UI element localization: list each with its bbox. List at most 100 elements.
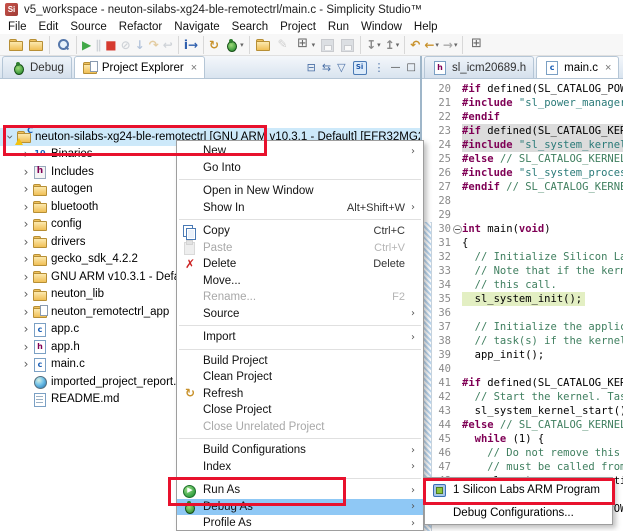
chevron-collapsed-icon[interactable]: › [20,340,32,354]
code-line-47[interactable]: 47 // must be called from the super loop… [431,460,623,474]
chevron-collapsed-icon[interactable]: › [20,305,32,319]
chevron-collapsed-icon[interactable]: › [20,287,32,301]
chevron-collapsed-icon[interactable]: › [20,270,32,284]
view-tab-project-explorer[interactable]: Project Explorer× [74,56,205,78]
disconnect-button[interactable]: ⊘ [120,36,132,54]
minimize-button[interactable]: — [391,62,401,73]
tab-close-icon[interactable]: × [605,62,611,74]
menu-item-copy[interactable]: CopyCtrl+C [177,223,423,240]
open-resource-button[interactable] [254,36,272,54]
code-line-42[interactable]: 42 // Start the kernel. Task(s) created … [431,390,623,404]
code-line-33[interactable]: 33 // Note that if the kernel is present… [431,264,623,278]
code-line-41[interactable]: 41#if defined(SL_CATALOG_KERNEL_PRESENT) [431,376,623,390]
menubar-item-run[interactable]: Run [322,21,355,33]
back-button[interactable]: ←▾ [423,36,440,54]
chevron-collapsed-icon[interactable]: › [20,322,32,336]
view-menu-icon[interactable]: ⋮ [374,61,385,74]
menubar-item-window[interactable]: Window [355,21,408,33]
chevron-collapsed-icon[interactable]: › [20,252,32,266]
terminate-button[interactable]: ■ [104,36,117,54]
chevron-collapsed-icon[interactable]: › [20,165,32,179]
search-button[interactable] [54,36,72,54]
code-line-39[interactable]: 39 app_init(); [431,348,623,362]
link-with-editor-icon[interactable]: ⇆ [322,61,331,74]
code-line-34[interactable]: 34 // this call. [431,278,623,292]
forward-button[interactable]: →▾ [442,36,459,54]
menu-item-go-into[interactable]: Go Into [177,160,423,177]
menubar-item-project[interactable]: Project [274,21,322,33]
menu-item-paste[interactable]: PasteCtrl+V [177,240,423,257]
menubar-item-refactor[interactable]: Refactor [113,21,168,33]
menu-item-show-in[interactable]: Show InAlt+Shift+W› [177,200,423,217]
code-line-35[interactable]: 35 sl_system_init(); [431,292,623,306]
dropdown-caret-icon[interactable]: ▾ [435,41,439,49]
menubar-item-search[interactable]: Search [226,21,274,33]
editor-tab-main-c[interactable]: cmain.c× [536,56,619,78]
code-line-32[interactable]: 32 // Initialize Silicon Labs device, sy… [431,250,623,264]
code-line-40[interactable]: 40 [431,362,623,376]
chevron-collapsed-icon[interactable]: › [20,235,32,249]
step-return-button[interactable]: ↩ [162,36,174,54]
si-package-icon[interactable]: Si [352,60,368,75]
code-line-28[interactable]: 28 [431,194,623,208]
chevron-collapsed-icon[interactable]: › [20,357,32,371]
menu-item-refresh[interactable]: ↻Refresh [177,386,423,403]
debug-button[interactable]: ▾ [222,36,245,54]
code-line-29[interactable]: 29 [431,208,623,222]
run-to-line-button[interactable]: i→ [183,36,199,54]
code-line-38[interactable]: 38 // task(s) if the kernel is present. [431,334,623,348]
menu-item-close-project[interactable]: Close Project [177,402,423,419]
resume-button[interactable]: ▶ [81,36,92,54]
fold-marker-icon[interactable] [453,222,462,236]
code-line-26[interactable]: 26#include "sl_system_process_action.h" [431,166,623,180]
code-line-20[interactable]: 20#if defined(SL_CATALOG_POWER_MANAGER_P… [431,82,623,96]
code-line-24[interactable]: 24#include "sl_system_kernel.h" [431,138,623,152]
code-line-27[interactable]: 27#endif // SL_CATALOG_KERNEL_PRESENT [431,180,623,194]
menu-item-import[interactable]: Import› [177,329,423,346]
dropdown-caret-icon[interactable]: ▾ [312,41,316,49]
code-line-31[interactable]: 31{ [431,236,623,250]
code-line-43[interactable]: 43 sl_system_kernel_start(); [431,404,623,418]
menubar-item-help[interactable]: Help [408,21,444,33]
dropdown-caret-icon[interactable]: ▾ [377,41,381,49]
code-line-30[interactable]: 30int main(void) [431,222,623,236]
menu-item-delete[interactable]: ✗DeleteDelete [177,256,423,273]
step-over-button[interactable]: ↷ [148,36,160,54]
code-line-23[interactable]: 23#if defined(SL_CATALOG_KERNEL_PRESENT) [431,124,623,138]
step-into-button[interactable]: ↓ [134,36,146,54]
last-edit-location-button[interactable]: ↶ [409,36,421,54]
menubar-item-navigate[interactable]: Navigate [168,21,225,33]
open-project-button[interactable] [27,36,45,54]
view-tab-debug[interactable]: Debug [2,56,72,78]
menu-item-open-in-new-window[interactable]: Open in New Window [177,183,423,200]
new-source-file-button[interactable]: ⊞ [467,36,485,54]
new-view-button[interactable]: ⊞▾ [294,36,317,54]
menu-item-build-project[interactable]: Build Project [177,353,423,370]
menubar-item-source[interactable]: Source [64,21,112,33]
code-line-25[interactable]: 25#else // SL_CATALOG_KERNEL_PRESENT [431,152,623,166]
collapse-all-icon[interactable]: ⊟ [307,61,316,74]
chevron-collapsed-icon[interactable]: › [20,182,32,196]
toggle-mark-occurrences-button[interactable]: ✎ [274,36,292,54]
next-annotation-button[interactable]: ↧▾ [365,36,382,54]
save-all-button[interactable] [338,36,356,54]
code-line-21[interactable]: 21#include "sl_power_manager.h" [431,96,623,110]
menu-item-rename[interactable]: Rename...F2 [177,289,423,306]
filter-icon[interactable]: ▽ [337,61,345,74]
dropdown-caret-icon[interactable]: ▾ [454,41,458,49]
code-line-46[interactable]: 46 // Do not remove this call: Silicon L… [431,446,623,460]
save-button[interactable] [318,36,336,54]
menu-item-profile-as[interactable]: Profile As› [177,515,423,531]
code-editor[interactable]: 20#if defined(SL_CATALOG_POWER_MANAGER_P… [431,79,623,531]
menubar-item-edit[interactable]: Edit [33,21,65,33]
menu-item-index[interactable]: Index› [177,459,423,476]
code-line-45[interactable]: 45 while (1) { [431,432,623,446]
open-file-button[interactable] [7,36,25,54]
code-line-44[interactable]: 44#else // SL_CATALOG_KERNEL_PRESENT [431,418,623,432]
menubar-item-file[interactable]: File [2,21,33,33]
suspend-button[interactable]: ∥ [94,36,102,54]
menu-item-clean-project[interactable]: Clean Project [177,369,423,386]
previous-annotation-button[interactable]: ↥▾ [384,36,401,54]
chevron-collapsed-icon[interactable]: › [20,200,32,214]
code-line-22[interactable]: 22#endif [431,110,623,124]
